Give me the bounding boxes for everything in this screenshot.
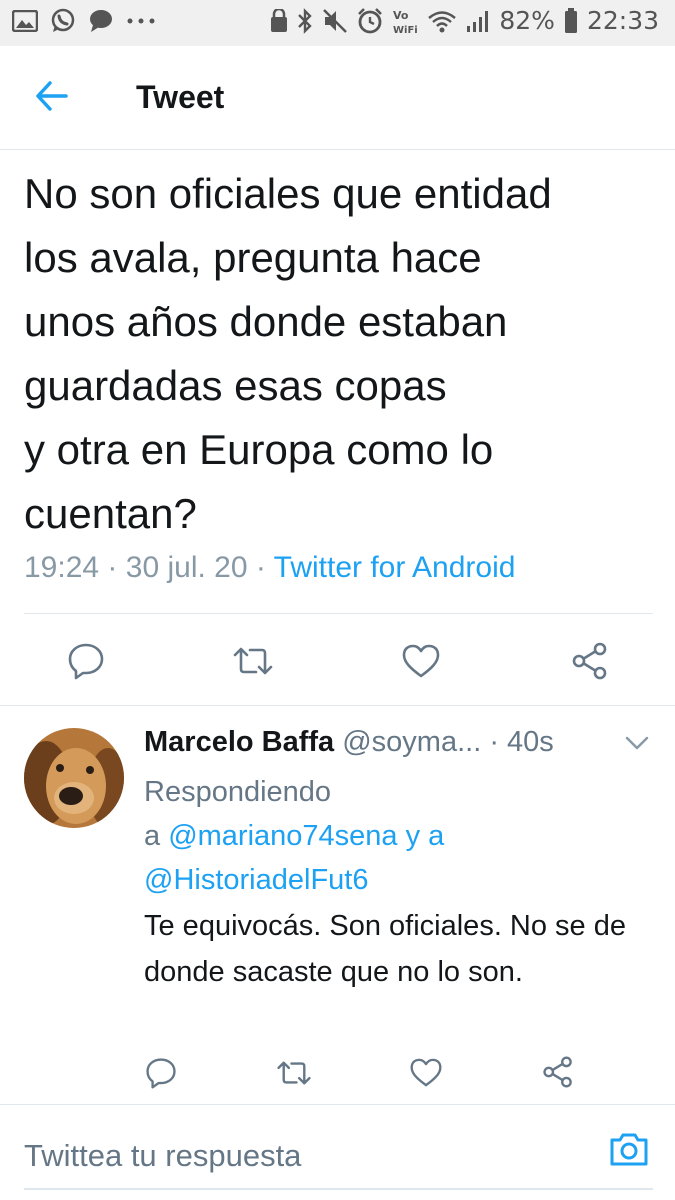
whatsapp-icon bbox=[51, 8, 75, 32]
more-dots-icon bbox=[127, 18, 155, 24]
divider bbox=[0, 705, 675, 706]
page-title: Tweet bbox=[136, 79, 225, 115]
reply-icon[interactable] bbox=[67, 642, 105, 680]
replying-a: a bbox=[144, 820, 161, 852]
mention-link[interactable]: @HistoriadelFut6 bbox=[144, 858, 444, 902]
gallery-icon bbox=[12, 10, 38, 32]
share-icon[interactable] bbox=[542, 1056, 574, 1088]
tweet-date: 30 jul. 20 bbox=[125, 551, 248, 584]
battery-percent: 82% bbox=[499, 6, 555, 35]
tweet-time: 19:24 bbox=[24, 551, 100, 584]
signal-icon bbox=[467, 10, 489, 32]
share-icon[interactable] bbox=[571, 642, 609, 680]
reply-icon[interactable] bbox=[145, 1057, 177, 1089]
meta-separator: · bbox=[107, 551, 118, 584]
svg-text:Vo: Vo bbox=[393, 9, 409, 22]
meta-separator: · bbox=[255, 551, 266, 584]
tweet-text: No son oficiales que entidad los avala, … bbox=[24, 170, 552, 537]
volte-wifi-icon: Vo WiFi bbox=[393, 9, 418, 35]
mute-icon bbox=[323, 8, 348, 33]
avatar[interactable] bbox=[24, 728, 124, 828]
svg-text:WiFi: WiFi bbox=[393, 25, 418, 35]
secure-folder-icon bbox=[271, 8, 288, 32]
retweet-icon[interactable] bbox=[276, 1059, 312, 1087]
battery-icon bbox=[564, 7, 577, 33]
bluetooth-icon bbox=[298, 7, 313, 34]
replying-to: Respondiendo a @mariano74sena y a @Histo… bbox=[144, 770, 444, 902]
clock: 22:33 bbox=[586, 6, 659, 35]
like-icon[interactable] bbox=[402, 644, 440, 678]
reply-text: Te equivocás. Son oficiales. No se de do… bbox=[144, 910, 626, 988]
mention-link[interactable]: @mariano74sena bbox=[168, 820, 397, 852]
camera-icon[interactable] bbox=[609, 1131, 649, 1167]
wifi-icon bbox=[428, 10, 457, 32]
reply-author-handle[interactable]: @soyma... bbox=[342, 726, 481, 758]
retweet-icon[interactable] bbox=[232, 645, 274, 677]
reply-composer[interactable]: Twittea tu respuesta bbox=[0, 1105, 675, 1200]
chat-icon bbox=[90, 10, 112, 32]
divider bbox=[24, 613, 653, 614]
replying-and[interactable]: y a bbox=[406, 820, 445, 852]
dog-photo bbox=[24, 728, 124, 828]
arrow-left-icon[interactable] bbox=[32, 76, 72, 116]
reply-age: · 40s bbox=[489, 726, 554, 758]
status-bar: Vo WiFi 82% 22:33 bbox=[0, 0, 675, 46]
like-icon[interactable] bbox=[410, 1058, 442, 1087]
tweet-meta: 19:24 · 30 jul. 20 · Twitter for Android bbox=[24, 551, 515, 585]
reply-header: Marcelo Baffa @soyma... · 40s bbox=[144, 726, 554, 759]
input-underline bbox=[24, 1188, 653, 1190]
reply-input-placeholder[interactable]: Twittea tu respuesta bbox=[24, 1138, 301, 1174]
alarm-icon bbox=[358, 7, 383, 33]
status-bar-system: Vo WiFi 82% 22:33 bbox=[270, 6, 659, 35]
reply-author-name[interactable]: Marcelo Baffa bbox=[144, 726, 334, 758]
chevron-down-icon[interactable] bbox=[624, 734, 650, 752]
app-header: Tweet bbox=[0, 46, 675, 150]
replying-label: Respondiendo bbox=[144, 776, 332, 808]
tweet-source-link[interactable]: Twitter for Android bbox=[274, 551, 516, 584]
status-bar-notifications bbox=[12, 8, 156, 34]
